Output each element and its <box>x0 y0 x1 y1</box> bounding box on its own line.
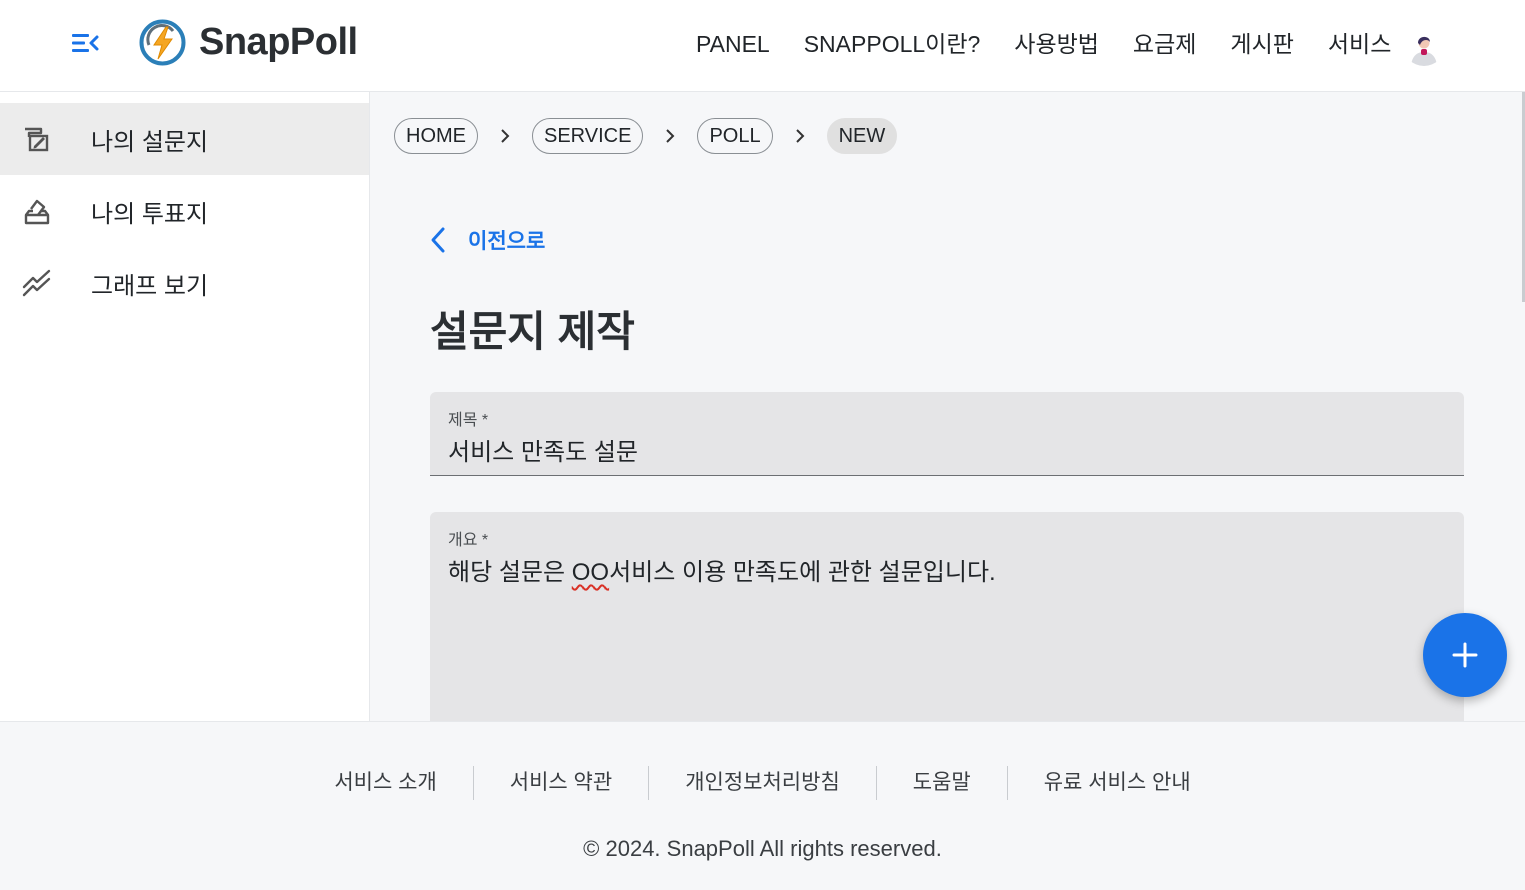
nav-board[interactable]: 게시판 <box>1230 27 1293 61</box>
nav-about[interactable]: SNAPPOLL이란? <box>804 27 981 61</box>
nav-pricing[interactable]: 요금제 <box>1133 27 1196 61</box>
trend-chart-icon <box>22 269 51 297</box>
footer-link-help[interactable]: 도움말 <box>877 766 1008 800</box>
summary-text-end: 서비스 이용 만족도에 관한 설문입니다. <box>609 559 996 586</box>
footer-links: 서비스 소개 서비스 약관 개인정보처리방침 도움말 유료 서비스 안내 <box>0 766 1525 800</box>
nav-panel[interactable]: PANEL <box>696 27 770 61</box>
logo[interactable]: SnapPoll <box>139 19 358 66</box>
summary-field[interactable]: 개요 * 해당 설문은 OO서비스 이용 만족도에 관한 설문입니다. <box>430 512 1464 721</box>
avatar[interactable] <box>1403 24 1445 66</box>
ballot-box-icon <box>24 199 50 225</box>
lightning-bolt-icon <box>139 19 186 66</box>
plus-icon <box>1452 642 1478 668</box>
top-header: SnapPoll PANEL SNAPPOLL이란? 사용방법 요금제 게시판 … <box>0 0 1525 92</box>
title-field[interactable]: 제목 * 서비스 만족도 설문 <box>430 392 1464 476</box>
footer-link-about[interactable]: 서비스 소개 <box>298 766 474 800</box>
summary-text-start: 해당 설문은 <box>448 559 572 586</box>
footer-link-terms[interactable]: 서비스 약관 <box>474 766 650 800</box>
footer-link-privacy[interactable]: 개인정보처리방침 <box>649 766 877 800</box>
sidebar-item-label: 그래프 보기 <box>91 272 209 300</box>
nav-service[interactable]: 서비스 <box>1328 27 1391 61</box>
chevron-right-icon <box>773 118 827 154</box>
sidebar-item-graphs[interactable]: 그래프 보기 <box>0 247 369 319</box>
back-button[interactable]: 이전으로 <box>430 225 545 255</box>
sidebar-item-my-ballots[interactable]: 나의 투표지 <box>0 175 369 247</box>
page-title: 설문지 제작 <box>430 308 635 355</box>
sidebar-item-label: 나의 투표지 <box>91 200 209 228</box>
breadcrumb-new[interactable]: NEW <box>826 118 898 154</box>
title-input[interactable]: 서비스 만족도 설문 <box>448 432 638 467</box>
add-button[interactable] <box>1423 613 1507 697</box>
main-nav: PANEL SNAPPOLL이란? 사용방법 요금제 게시판 서비스 <box>696 27 1425 61</box>
breadcrumb-service[interactable]: SERVICE <box>532 118 644 154</box>
chevron-right-icon <box>478 118 532 154</box>
summary-textarea[interactable]: 해당 설문은 OO서비스 이용 만족도에 관한 설문입니다. <box>448 552 996 587</box>
spellcheck-word: OO <box>571 559 610 586</box>
summary-field-label: 개요 * <box>448 532 489 549</box>
sidebar-item-label: 나의 설문지 <box>91 128 209 156</box>
sidebar: 나의 설문지 나의 투표지 그래프 보기 <box>0 92 370 721</box>
breadcrumb: HOME SERVICE POLL NEW <box>394 118 898 154</box>
footer: 서비스 소개 서비스 약관 개인정보처리방침 도움말 유료 서비스 안내 © 2… <box>0 721 1525 890</box>
nav-how-to[interactable]: 사용방법 <box>1014 27 1099 61</box>
title-field-label: 제목 * <box>448 412 489 429</box>
footer-link-paid-service[interactable]: 유료 서비스 안내 <box>1008 766 1227 800</box>
copyright: © 2024. SnapPoll All rights reserved. <box>583 836 942 861</box>
sidebar-item-my-surveys[interactable]: 나의 설문지 <box>0 103 369 175</box>
back-label: 이전으로 <box>468 230 546 253</box>
menu-collapse-icon[interactable] <box>70 31 100 55</box>
chevron-left-icon <box>431 227 445 253</box>
breadcrumb-poll[interactable]: POLL <box>697 118 773 154</box>
survey-edit-icon <box>25 127 49 152</box>
main-content: HOME SERVICE POLL NEW 이전으로 설문지 제작 제목 * 서… <box>370 92 1525 721</box>
breadcrumb-home[interactable]: HOME <box>394 118 478 154</box>
chevron-right-icon <box>643 118 697 154</box>
logo-text: SnapPoll <box>199 21 358 63</box>
